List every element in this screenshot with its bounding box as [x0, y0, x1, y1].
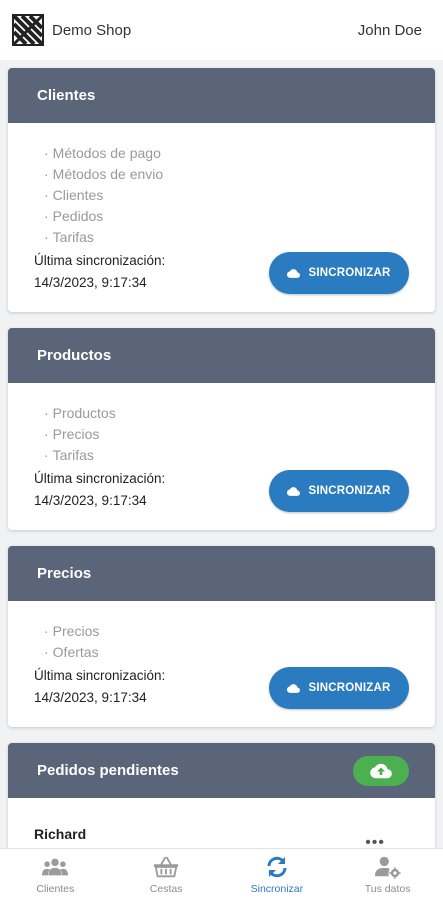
card-body: Métodos de pago Métodos de envio Cliente… [8, 123, 435, 312]
order-customer-name: Richard [34, 826, 87, 842]
list-item: Clientes [44, 185, 409, 206]
sync-button-label: SINCRONIZAR [308, 485, 391, 497]
cloud-icon [287, 268, 301, 278]
list-item: Métodos de envio [44, 164, 409, 185]
sync-items-list: Métodos de pago Métodos de envio Cliente… [34, 143, 409, 248]
sync-content[interactable]: Clientes Métodos de pago Métodos de envi… [0, 60, 443, 848]
list-item: Precios [44, 424, 409, 445]
sync-card-precios: Precios Precios Ofertas Última sincroniz… [8, 546, 435, 727]
card-body: Productos Precios Tarifas Última sincron… [8, 383, 435, 530]
nav-label: Clientes [36, 882, 75, 895]
sync-card-clientes: Clientes Métodos de pago Métodos de envi… [8, 68, 435, 312]
card-title: Clientes [37, 87, 96, 104]
pending-orders-card: Pedidos pendientes Richard ••• [8, 743, 435, 848]
top-bar: Demo Shop John Doe [0, 0, 443, 60]
list-item: Ofertas [44, 642, 409, 663]
sync-button-precios[interactable]: SINCRONIZAR [269, 667, 409, 709]
sync-items-list: Precios Ofertas [34, 621, 409, 663]
pending-order-row[interactable]: Richard ••• [8, 798, 435, 848]
nav-item-cestas[interactable]: Cestas [111, 849, 222, 900]
sync-button-label: SINCRONIZAR [308, 267, 391, 279]
bottom-nav: Clientes Cestas Sincronizar Tus datos [0, 848, 443, 900]
card-title: Productos [37, 347, 112, 364]
brand[interactable]: Demo Shop [12, 14, 131, 46]
sync-button-label: SINCRONIZAR [308, 682, 391, 694]
card-body: Precios Ofertas Última sincronización: 1… [8, 601, 435, 727]
sync-icon [267, 856, 287, 877]
nav-label: Cestas [149, 882, 183, 895]
list-item: Pedidos [44, 206, 409, 227]
cloud-icon [287, 683, 301, 693]
card-header: Productos [8, 328, 435, 383]
basket-icon [154, 856, 179, 877]
card-header: Pedidos pendientes [8, 743, 435, 798]
list-item: Tarifas [44, 445, 409, 466]
cloud-icon [287, 486, 301, 496]
card-header: Precios [8, 546, 435, 601]
nav-label: Sincronizar [250, 882, 304, 895]
card-header: Clientes [8, 68, 435, 123]
cloud-upload-icon [370, 763, 392, 778]
sync-items-list: Productos Precios Tarifas [34, 403, 409, 466]
nav-item-tus-datos[interactable]: Tus datos [332, 849, 443, 900]
list-item: Precios [44, 621, 409, 642]
nav-label: Tus datos [364, 882, 411, 895]
sync-button-productos[interactable]: SINCRONIZAR [269, 470, 409, 512]
card-title: Pedidos pendientes [37, 762, 179, 779]
nav-item-sincronizar[interactable]: Sincronizar [222, 849, 333, 900]
user-settings-icon [374, 856, 401, 879]
sync-card-productos: Productos Productos Precios Tarifas Últi… [8, 328, 435, 530]
list-item: Productos [44, 403, 409, 424]
user-name[interactable]: John Doe [358, 22, 431, 39]
sync-button-clientes[interactable]: SINCRONIZAR [269, 252, 409, 294]
list-item: Métodos de pago [44, 143, 409, 164]
nav-item-clientes[interactable]: Clientes [0, 849, 111, 900]
card-title: Precios [37, 565, 92, 582]
upload-pending-button[interactable] [353, 755, 409, 786]
shop-logo-icon [12, 14, 44, 46]
list-item: Tarifas [44, 227, 409, 248]
brand-name: Demo Shop [52, 21, 132, 39]
more-options-icon[interactable]: ••• [365, 835, 385, 849]
users-icon [42, 858, 69, 875]
